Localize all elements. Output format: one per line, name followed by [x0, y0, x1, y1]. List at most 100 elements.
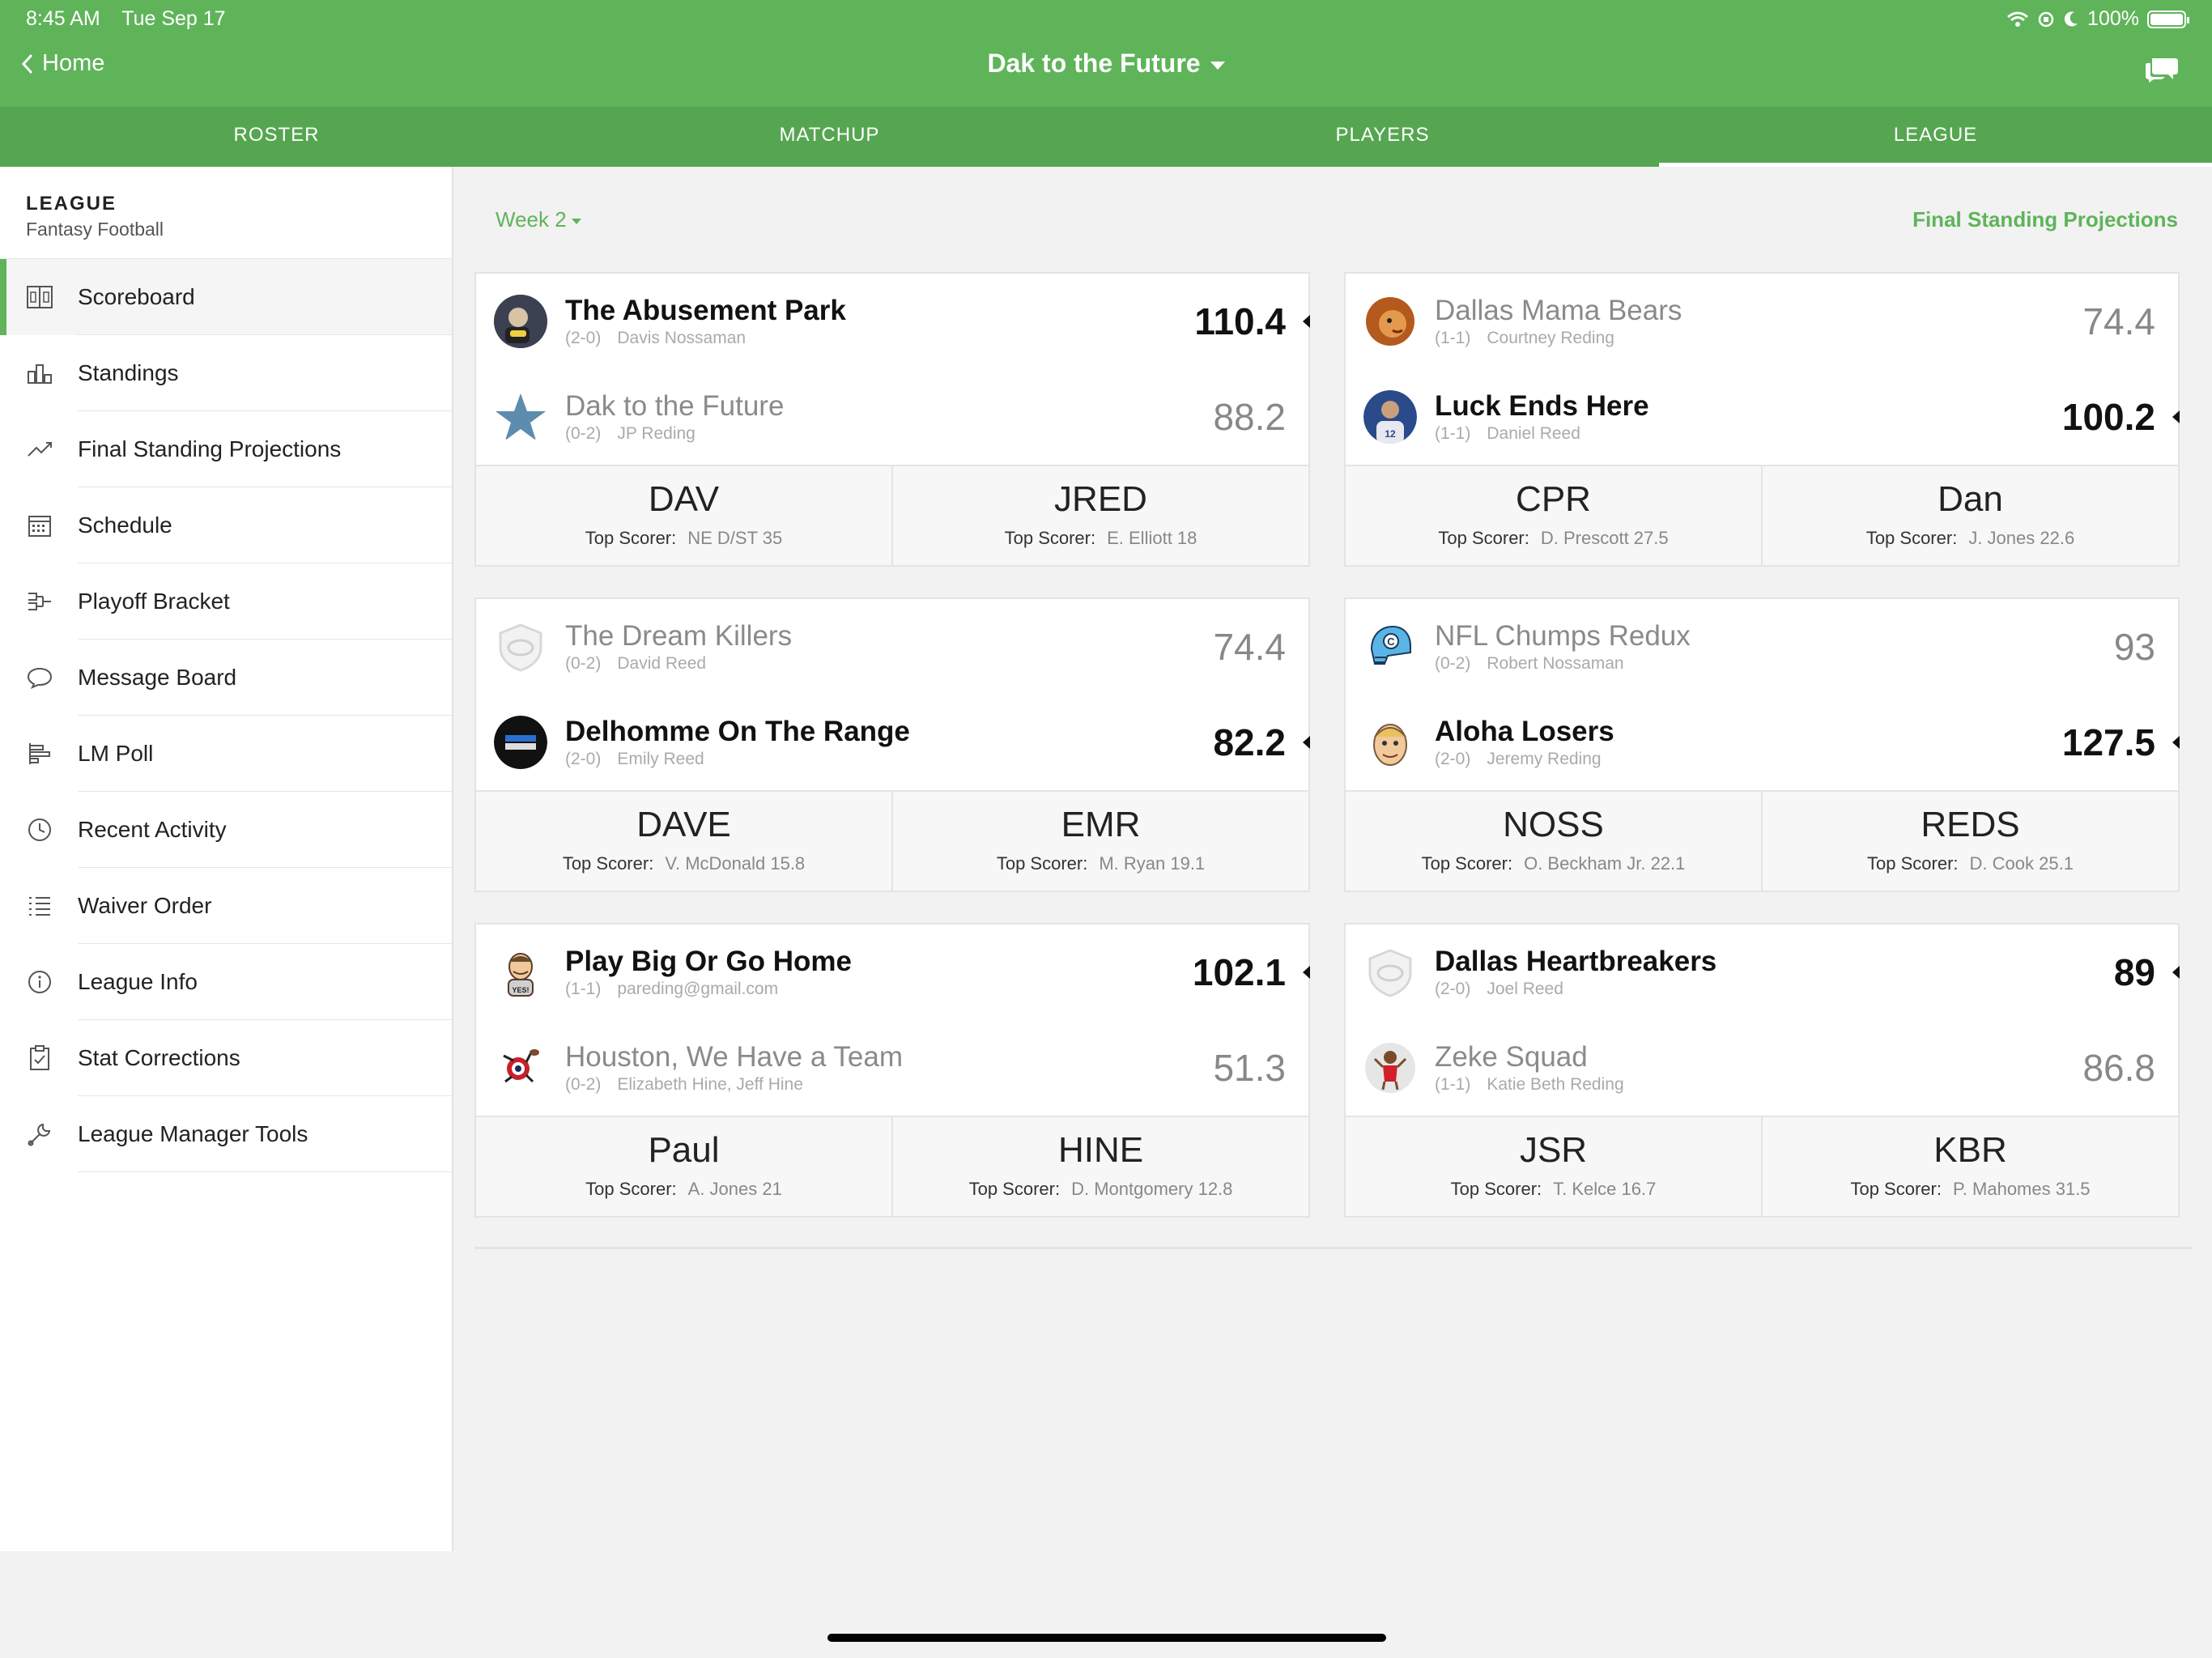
team-name: Zeke Squad [1435, 1041, 1588, 1073]
sidebar-item-lm-poll[interactable]: LM Poll [0, 716, 452, 792]
sidebar-item-league-info[interactable]: League Info [0, 944, 452, 1020]
team-record: (2-0) [1435, 750, 1471, 768]
tab-matchup[interactable]: MATCHUP [553, 107, 1106, 167]
matchup-card[interactable]: Dallas Heartbreakers (2-0) Joel Reed 89 Z… [1344, 923, 2180, 1218]
team-abbr-cell[interactable]: Dan Top Scorer: J. Jones 22.6 [1761, 466, 2178, 565]
team-row[interactable]: The Dream Killers (0-2) David Reed 74.4 [476, 599, 1308, 695]
team-row[interactable]: Zeke Squad (1-1) Katie Beth Reding 86.8 [1346, 1020, 2178, 1116]
team-owner: Jeremy Reding [1487, 750, 1602, 768]
winner-indicator-icon [2172, 736, 2180, 749]
team-row[interactable]: 12 Luck Ends Here (1-1) Daniel Reed 100.2 [1346, 369, 2180, 465]
team-row[interactable]: C NFL Chumps Redux (0-2) Robert Nossaman … [1346, 599, 2178, 695]
battery-icon [2147, 10, 2189, 28]
cheerleader-avatar [1363, 1041, 1417, 1095]
matchup-card[interactable]: YES! Play Big Or Go Home (1-1) pareding@g… [474, 923, 1310, 1218]
team-abbr-cell[interactable]: Paul Top Scorer: A. Jones 21 [476, 1117, 891, 1216]
team-abbr-cell[interactable]: CPR Top Scorer: D. Prescott 27.5 [1346, 466, 1761, 565]
team-abbr-cell[interactable]: KBR Top Scorer: P. Mahomes 31.5 [1761, 1117, 2178, 1216]
matchup-card[interactable]: C NFL Chumps Redux (0-2) Robert Nossaman … [1344, 597, 2180, 892]
svg-text:YES!: YES! [512, 986, 529, 994]
team-name: The Dream Killers [565, 620, 793, 652]
team-abbr-cell[interactable]: NOSS Top Scorer: O. Beckham Jr. 22.1 [1346, 792, 1761, 891]
svg-text:12: 12 [1385, 428, 1396, 440]
team-record: (1-1) [565, 980, 602, 998]
team-record: (1-1) [1435, 329, 1471, 347]
team-abbr-cell[interactable]: HINE Top Scorer: D. Montgomery 12.8 [891, 1117, 1308, 1216]
final-standing-projections-link[interactable]: Final Standing Projections [1912, 207, 2178, 232]
team-abbr-cell[interactable]: EMR Top Scorer: M. Ryan 19.1 [891, 792, 1308, 891]
trend-icon [26, 436, 53, 463]
team-row[interactable]: Aloha Losers (2-0) Jeremy Reding 127.5 [1346, 695, 2180, 790]
team-row[interactable]: Houston, We Have a Team (0-2) Elizabeth H… [476, 1020, 1308, 1116]
top-scorer-value: P. Mahomes 31.5 [1952, 1179, 2091, 1199]
team-abbr-cell[interactable]: DAVE Top Scorer: V. McDonald 15.8 [476, 792, 891, 891]
matchup-card[interactable]: Dallas Mama Bears (1-1) Courtney Reding 7… [1344, 272, 2180, 567]
sidebar-item-message-board[interactable]: Message Board [0, 640, 452, 716]
calendar-icon [26, 512, 53, 539]
team-name: Delhomme On The Range [565, 716, 910, 747]
home-indicator[interactable] [827, 1634, 1386, 1642]
sidebar-item-waiver-order[interactable]: Waiver Order [0, 868, 452, 944]
team-abbr-row: CPR Top Scorer: D. Prescott 27.5 Dan Top … [1346, 465, 2178, 565]
sidebar-item-recent-activity[interactable]: Recent Activity [0, 792, 452, 868]
sidebar-item-scoreboard[interactable]: Scoreboard [0, 259, 452, 335]
team-abbr-cell[interactable]: JRED Top Scorer: E. Elliott 18 [891, 466, 1308, 565]
team-record: (2-0) [565, 750, 602, 768]
league-sidebar: LEAGUE Fantasy Football Scoreboard Stand… [0, 167, 453, 1551]
tab-league[interactable]: LEAGUE [1659, 107, 2212, 167]
tab-roster[interactable]: ROSTER [0, 107, 553, 167]
status-bar-left: 8:45 AM Tue Sep 17 [26, 7, 242, 31]
matchup-card[interactable]: The Dream Killers (0-2) David Reed 74.4 D… [474, 597, 1310, 892]
winner-indicator-icon [1303, 736, 1310, 749]
chat-icon[interactable] [2144, 55, 2180, 83]
sidebar-item-league-manager-tools[interactable]: League Manager Tools [0, 1096, 452, 1172]
team-name: Play Big Or Go Home [565, 946, 852, 977]
team-owner: Courtney Reding [1487, 329, 1614, 347]
info-icon [26, 968, 53, 996]
caret-down-icon [1210, 61, 1225, 70]
svg-text:C: C [1387, 636, 1395, 648]
team-row[interactable]: YES! Play Big Or Go Home (1-1) pareding@g… [476, 925, 1310, 1020]
team-row[interactable]: Dak to the Future (0-2) JP Reding 88.2 [476, 369, 1308, 465]
sidebar-item-label: Playoff Bracket [78, 589, 230, 614]
team-name: NFL Chumps Redux [1435, 620, 1691, 652]
team-row[interactable]: The Abusement Park (2-0) Davis Nossaman 1… [476, 274, 1310, 369]
week-selector[interactable]: Week 2 [496, 207, 581, 232]
sidebar-item-playoff-bracket[interactable]: Playoff Bracket [0, 563, 452, 640]
team-score: 127.5 [2061, 721, 2155, 763]
team-row[interactable]: Dallas Mama Bears (1-1) Courtney Reding 7… [1346, 274, 2178, 369]
battery-percent: 100% [2087, 7, 2139, 30]
team-abbr-cell[interactable]: JSR Top Scorer: T. Kelce 16.7 [1346, 1117, 1761, 1216]
sidebar-item-label: Recent Activity [78, 817, 227, 842]
team-abbr: DAV [648, 479, 720, 519]
team-owner: David Reed [617, 654, 707, 673]
sidebar-item-stat-corrections[interactable]: Stat Corrections [0, 1020, 452, 1096]
team-owner: Robert Nossaman [1487, 654, 1624, 673]
wrench-icon [26, 1120, 53, 1148]
top-scorer-label: Top Scorer: [562, 853, 654, 874]
lion-avatar [1363, 295, 1417, 348]
top-scorer-value: E. Elliott 18 [1107, 528, 1197, 548]
team-score: 86.8 [2082, 1047, 2155, 1089]
team-score: 89 [2113, 951, 2155, 993]
team-abbr: HINE [1057, 1130, 1144, 1170]
matchup-card[interactable]: The Abusement Park (2-0) Davis Nossaman 1… [474, 272, 1310, 567]
team-score: 88.2 [1213, 396, 1286, 438]
top-scorer-label: Top Scorer: [996, 853, 1088, 874]
scoreboard-panel: Week 2 Final Standing Projections The Ab… [455, 167, 2212, 1551]
sidebar-item-standings[interactable]: Standings [0, 335, 452, 411]
team-abbr-cell[interactable]: REDS Top Scorer: D. Cook 25.1 [1761, 792, 2178, 891]
team-abbr-cell[interactable]: DAV Top Scorer: NE D/ST 35 [476, 466, 891, 565]
team-score: 82.2 [1213, 721, 1286, 763]
default-shield-avatar [494, 620, 547, 674]
team-score: 74.4 [1213, 626, 1286, 668]
tab-players[interactable]: PLAYERS [1106, 107, 1659, 167]
team-switcher[interactable]: Dak to the Future [0, 49, 2212, 79]
team-row[interactable]: Dallas Heartbreakers (2-0) Joel Reed 89 [1346, 925, 2180, 1020]
sidebar-item-final-standing-projections[interactable]: Final Standing Projections [0, 411, 452, 487]
top-scorer-value: T. Kelce 16.7 [1553, 1179, 1657, 1199]
sidebar-item-label: Waiver Order [78, 893, 212, 918]
team-row[interactable]: Delhomme On The Range (2-0) Emily Reed 82… [476, 695, 1310, 790]
scoreboard-icon [26, 283, 53, 311]
sidebar-item-schedule[interactable]: Schedule [0, 487, 452, 563]
